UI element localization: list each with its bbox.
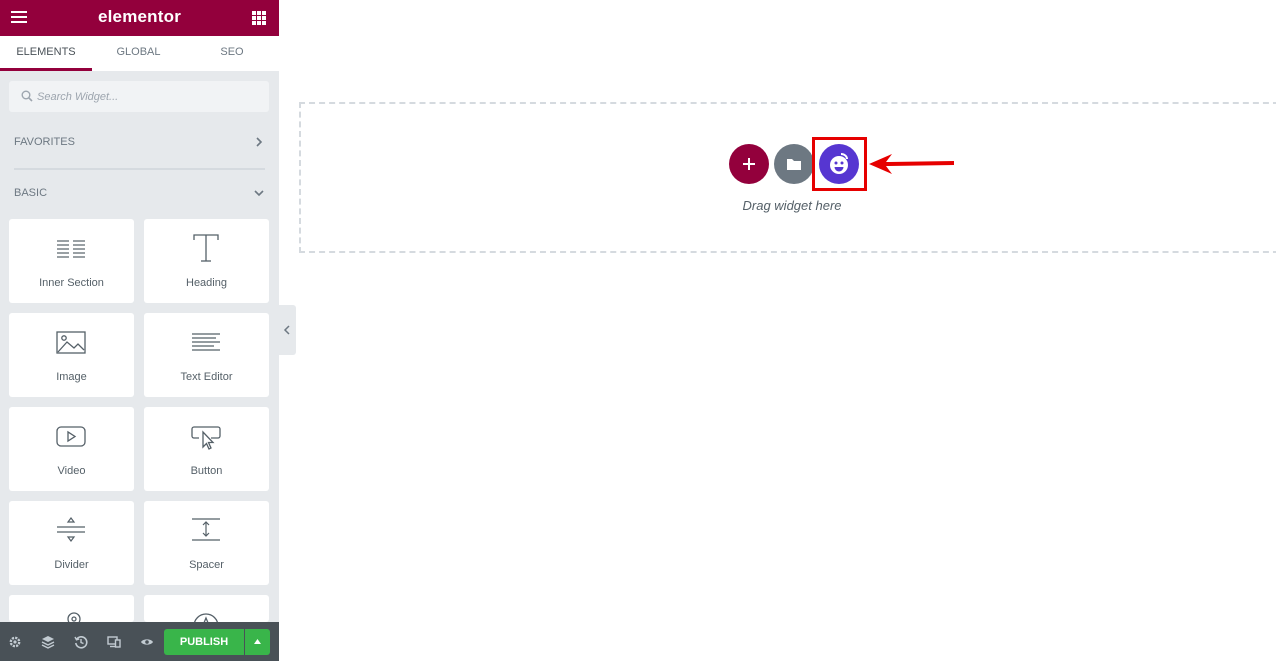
widget-label: Spacer (189, 559, 224, 571)
image-icon (56, 331, 86, 354)
category-favorites-label: FAVORITES (14, 136, 75, 148)
add-new-section-button[interactable] (729, 144, 769, 184)
search-widget-box (9, 81, 269, 112)
widget-heading[interactable]: Heading (144, 219, 269, 303)
widget-button[interactable]: Button (144, 407, 269, 491)
preview-icon[interactable] (140, 635, 154, 649)
elementor-panel: elementor ELEMENTS GLOBAL SEO FAVORITES … (0, 0, 279, 661)
folder-icon (787, 159, 801, 170)
text-editor-icon (192, 333, 220, 351)
elementor-logo: elementor (97, 7, 182, 26)
publish-button[interactable]: PUBLISH (164, 629, 244, 655)
widget-google-maps[interactable] (9, 595, 134, 622)
widget-divider[interactable]: Divider (9, 501, 134, 585)
panel-tabs: ELEMENTS GLOBAL SEO (0, 36, 279, 71)
publish-options-button[interactable] (245, 629, 270, 655)
panel-header: elementor (0, 0, 279, 36)
caret-up-icon (254, 639, 261, 644)
responsive-mode-icon[interactable] (107, 635, 121, 649)
chevron-right-icon (256, 137, 263, 147)
category-divider (14, 168, 265, 170)
category-basic[interactable]: BASIC (0, 178, 279, 208)
widget-label: Image (56, 371, 87, 383)
button-icon (191, 426, 221, 450)
red-arrow-annotation (869, 154, 954, 174)
category-basic-label: BASIC (14, 187, 48, 199)
widget-spacer[interactable]: Spacer (144, 501, 269, 585)
widget-label: Heading (186, 277, 227, 289)
inner-section-icon (57, 240, 85, 258)
spacer-icon (192, 518, 220, 541)
search-icon (21, 90, 33, 102)
widget-image[interactable]: Image (9, 313, 134, 397)
google-maps-icon (67, 612, 81, 622)
heading-icon (193, 234, 219, 262)
settings-icon[interactable] (8, 635, 22, 649)
widget-inner-section[interactable]: Inner Section (9, 219, 134, 303)
grid-apps-icon[interactable] (252, 11, 266, 25)
widget-icon[interactable] (144, 595, 269, 622)
tab-seo[interactable]: SEO (185, 36, 279, 71)
widget-label: Video (57, 465, 86, 477)
highlight-box (812, 137, 867, 191)
widget-label: Button (190, 465, 223, 477)
add-template-button[interactable] (774, 144, 814, 184)
collapse-panel-button[interactable] (279, 305, 296, 355)
category-favorites[interactable]: FAVORITES (0, 127, 279, 157)
widget-text-editor[interactable]: Text Editor (144, 313, 269, 397)
icon-widget-icon (193, 613, 219, 622)
chevron-left-icon (283, 325, 290, 335)
plus-icon (743, 158, 755, 170)
tab-elements[interactable]: ELEMENTS (0, 36, 92, 71)
search-widget-input[interactable] (37, 87, 257, 106)
widget-label: Inner Section (39, 277, 104, 289)
divider-icon (57, 517, 85, 542)
drag-widget-hint: Drag widget here (742, 198, 842, 213)
widget-label: Divider (54, 559, 89, 571)
video-icon (56, 426, 86, 447)
tab-global[interactable]: GLOBAL (92, 36, 185, 71)
history-icon[interactable] (74, 635, 88, 649)
widget-video[interactable]: Video (9, 407, 134, 491)
chevron-down-icon (254, 190, 264, 197)
navigator-icon[interactable] (41, 635, 55, 649)
widget-label: Text Editor (180, 371, 233, 383)
